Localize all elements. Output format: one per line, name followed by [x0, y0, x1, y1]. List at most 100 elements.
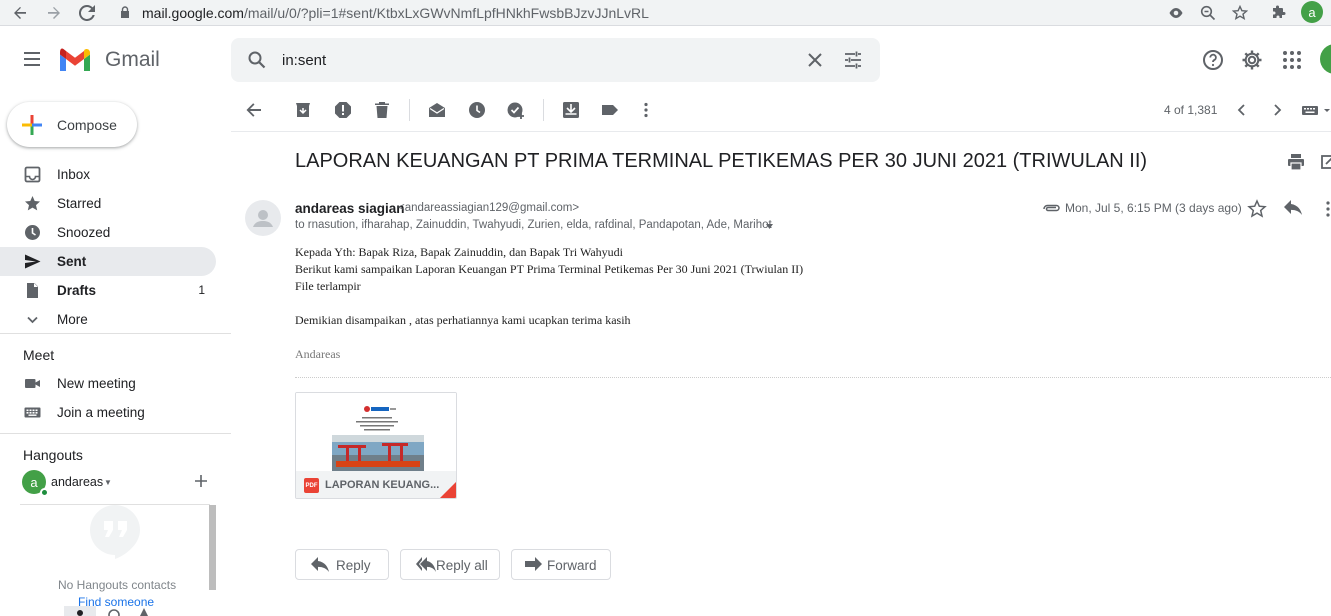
sidebar-item-label: Drafts [57, 283, 97, 298]
forward-nav-icon[interactable] [44, 3, 64, 23]
snooze-clock-icon[interactable] [468, 101, 486, 119]
meet-title: Meet [23, 347, 55, 363]
sidebar-item-label: More [57, 312, 88, 327]
reply-all-label: Reply all [436, 558, 488, 573]
attachment-filename: LAPORAN KEUANG... [325, 479, 440, 491]
compose-button[interactable]: Compose [7, 102, 137, 147]
sender-email: <andareassiagian129@gmail.com> [398, 202, 580, 214]
add-hangout-icon[interactable] [194, 474, 208, 488]
inbox-icon [24, 166, 41, 183]
pdf-file-icon: PDF [304, 478, 319, 493]
attachment-clip-icon [1043, 204, 1060, 212]
attachment-card[interactable]: PDF LAPORAN KEUANG... [295, 392, 457, 499]
show-details-icon[interactable] [766, 224, 773, 229]
star-icon [25, 196, 40, 211]
print-icon[interactable] [1287, 153, 1305, 171]
open-new-window-icon[interactable] [1321, 153, 1331, 171]
search-input[interactable]: in:sent [282, 52, 326, 69]
move-to-icon[interactable] [562, 101, 580, 119]
search-icon[interactable] [247, 50, 267, 70]
mark-unread-icon[interactable] [428, 101, 446, 119]
sidebar-divider [0, 333, 231, 334]
sidebar-divider [0, 433, 231, 434]
sidebar-item-label: Sent [57, 254, 87, 269]
reply-all-button[interactable]: Reply all [400, 549, 500, 580]
attachment-fold-icon [440, 482, 456, 498]
pagination-text: 4 of 1,381 [1164, 103, 1218, 117]
sidebar-item-label: Snoozed [57, 225, 111, 240]
keyboard-icon [24, 407, 41, 418]
archive-icon[interactable] [294, 101, 312, 119]
join-meeting-label: Join a meeting [57, 405, 145, 420]
eye-icon[interactable] [1166, 3, 1186, 23]
extensions-icon[interactable] [1269, 3, 1289, 23]
newer-chevron-right-icon[interactable] [1268, 101, 1286, 119]
sidebar-item-starred[interactable]: Starred [0, 189, 216, 218]
reply-button[interactable]: Reply [295, 549, 389, 580]
add-to-tasks-icon[interactable] [507, 101, 525, 119]
reply-label: Reply [336, 558, 371, 573]
help-icon[interactable] [1202, 49, 1224, 71]
sidebar-item-snoozed[interactable]: Snoozed [0, 218, 216, 247]
chevron-down-icon [27, 316, 38, 324]
sender-avatar[interactable] [245, 200, 281, 236]
sidebar-item-inbox[interactable]: Inbox [0, 160, 216, 189]
sidebar-item-more[interactable]: More [0, 305, 216, 334]
message-more-icon[interactable] [1319, 199, 1331, 219]
main-menu-icon[interactable] [22, 50, 42, 68]
delete-trash-icon[interactable] [373, 101, 391, 119]
profile-avatar[interactable]: a [1301, 1, 1323, 23]
recipients-line: to rnasution, ifharahap, Zainuddin, Twah… [295, 219, 772, 231]
attachments-divider [295, 377, 1331, 378]
attachment-footer: PDF LAPORAN KEUANG... [296, 471, 456, 498]
forward-button[interactable]: Forward [511, 549, 611, 580]
new-meeting-button[interactable]: New meeting [0, 369, 216, 398]
apps-grid-icon[interactable] [1281, 49, 1303, 71]
account-avatar[interactable] [1320, 44, 1331, 74]
search-options-icon[interactable] [843, 50, 863, 70]
reply-all-icon [416, 557, 436, 572]
report-spam-icon[interactable] [334, 101, 352, 119]
zoom-icon[interactable] [1198, 3, 1218, 23]
new-meeting-label: New meeting [57, 376, 136, 391]
signature: Andareas [295, 347, 341, 361]
star-message-icon[interactable] [1247, 199, 1267, 219]
gmail-logo-icon[interactable] [58, 47, 92, 73]
forward-label: Forward [547, 558, 597, 573]
sidebar-item-label: Inbox [57, 167, 91, 182]
app-name: Gmail [105, 48, 160, 71]
drafts-count: 1 [198, 283, 205, 297]
toolbar-rule [231, 131, 1331, 132]
reply-arrow-icon[interactable] [1283, 199, 1303, 219]
draft-icon [27, 283, 38, 298]
email-subject: LAPORAN KEUANGAN PT PRIMA TERMINAL PETIK… [295, 150, 1148, 172]
older-chevron-left-icon[interactable] [1233, 101, 1251, 119]
attachment-thumbnail [296, 393, 456, 471]
sidebar-item-label: Starred [57, 196, 102, 211]
back-icon[interactable] [10, 3, 30, 23]
browser-toolbar: mail.google.com/mail/u/0/?pli=1#sent/Ktb… [0, 0, 1331, 26]
forward-icon [525, 557, 542, 571]
sidebar-item-sent[interactable]: Sent [0, 247, 216, 276]
settings-gear-icon[interactable] [1241, 49, 1263, 71]
hangouts-caret-icon[interactable]: ▼ [104, 478, 112, 487]
hangouts-bottom-tabs[interactable] [64, 604, 156, 616]
bookmark-star-icon[interactable] [1230, 3, 1250, 23]
send-icon [25, 254, 41, 269]
no-contacts-text: No Hangouts contacts [58, 578, 177, 592]
video-icon [25, 379, 40, 388]
join-meeting-button[interactable]: Join a meeting [0, 398, 216, 427]
clear-search-icon[interactable] [805, 50, 825, 70]
hangouts-scrollbar[interactable] [209, 505, 216, 590]
toolbar-separator [409, 99, 410, 121]
hangouts-user-name[interactable]: andareas [51, 475, 103, 489]
back-arrow-icon[interactable] [245, 101, 263, 119]
more-vert-icon[interactable] [637, 101, 655, 119]
online-status-dot [40, 488, 49, 497]
label-tag-icon[interactable] [601, 101, 619, 119]
sender-name[interactable]: andareas siagian [295, 201, 405, 216]
sidebar-item-drafts[interactable]: Drafts 1 [0, 276, 216, 305]
address-bar[interactable]: mail.google.com/mail/u/0/?pli=1#sent/Ktb… [142, 5, 649, 21]
input-tools-keyboard-icon[interactable] [1302, 101, 1331, 119]
reload-icon[interactable] [77, 3, 97, 23]
